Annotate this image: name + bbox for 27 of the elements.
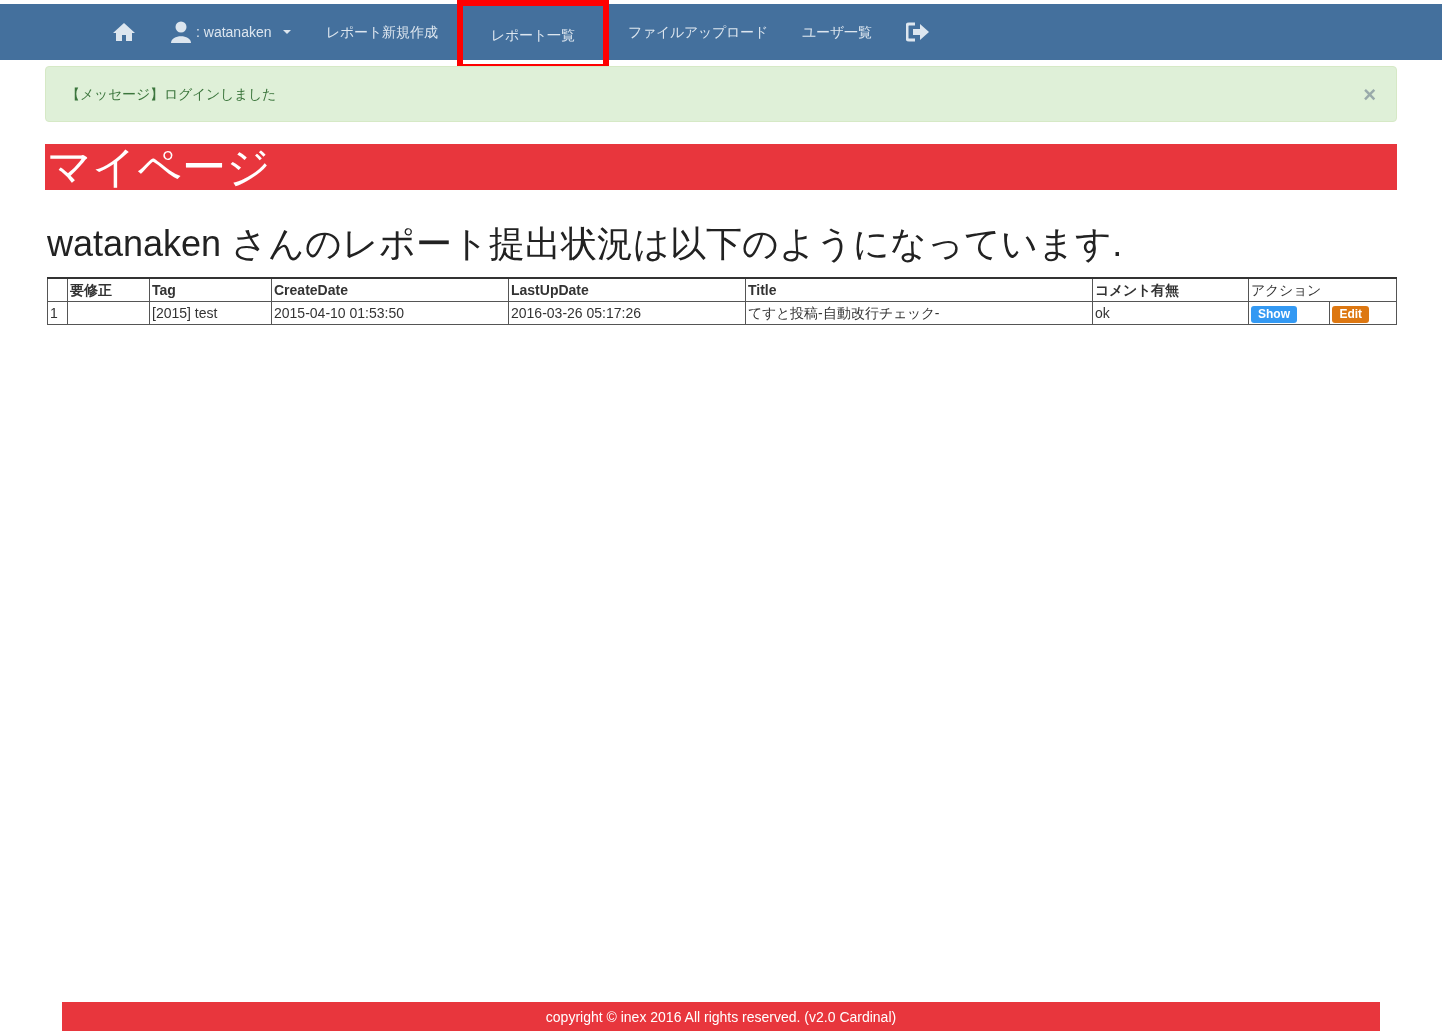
user-icon xyxy=(170,21,192,43)
nav-link[interactable]: ユーザ一覧 xyxy=(784,4,889,60)
column-header: アクション xyxy=(1248,278,1397,302)
home-icon xyxy=(112,22,136,42)
table-cell: てすと投稿-自動改行チェック- xyxy=(745,301,1093,325)
edit-button[interactable]: Edit xyxy=(1332,306,1370,324)
column-header: CreateDate xyxy=(271,278,509,302)
table-cell: ok xyxy=(1092,301,1249,325)
nav-link[interactable]: ファイルアップロード xyxy=(610,4,785,60)
column-header: コメント有無 xyxy=(1092,278,1249,302)
table-cell: [2015] test xyxy=(149,301,272,325)
caret-icon xyxy=(281,29,292,35)
status-heading: watanaken さんのレポート提出状況は以下のようになっています. xyxy=(47,222,1124,266)
table-cell: 2015-04-10 01:53:50 xyxy=(271,301,509,325)
column-header: Title xyxy=(745,278,1093,302)
user-menu[interactable]: : watanaken xyxy=(153,4,309,60)
column-header: Tag xyxy=(149,278,272,302)
column-header: LastUpDate xyxy=(508,278,746,302)
table-cell: 1 xyxy=(47,301,68,325)
column-header: 要修正 xyxy=(67,278,150,302)
logout-icon xyxy=(905,22,930,42)
table-cell: 2016-03-26 05:17:26 xyxy=(508,301,746,325)
alert-text: 【メッセージ】ログインしました xyxy=(66,84,276,104)
footer-copyright: copyright © inex 2016 All rights reserved. (v2.0 Cardinal) xyxy=(62,1002,1380,1033)
page-title: マイページ xyxy=(45,144,1397,190)
nav-link[interactable]: レポート新規作成 xyxy=(308,4,455,60)
show-button[interactable]: Show xyxy=(1251,306,1297,324)
